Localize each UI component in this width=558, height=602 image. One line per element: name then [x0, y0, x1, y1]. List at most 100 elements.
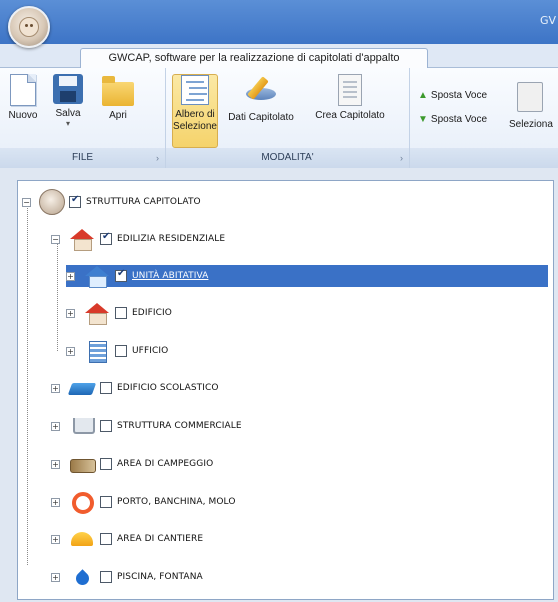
blue-house-icon: [83, 265, 111, 288]
expand-icon[interactable]: +: [66, 308, 75, 318]
node-checkbox[interactable]: [115, 307, 127, 319]
node-checkbox[interactable]: [100, 420, 112, 432]
tree-selection-button[interactable]: Albero di Selezione: [172, 74, 218, 148]
expand-icon[interactable]: +: [51, 459, 60, 469]
tree-node-area-di-campeggio[interactable]: + AREA DI CAMPEGGIO: [51, 453, 213, 475]
node-label: PORTO, BANCHINA, MOLO: [117, 497, 236, 507]
tree-selection-label-1: Albero di: [175, 109, 215, 120]
save-button[interactable]: Salva ▾: [48, 74, 88, 142]
group-modalita-footer: MODALITA' ›: [166, 148, 409, 168]
select-tool-icon[interactable]: [517, 82, 543, 112]
tree-node-struttura-commerciale[interactable]: + STRUTTURA COMMERCIALE: [51, 415, 242, 437]
node-label: AREA DI CAMPEGGIO: [117, 459, 214, 469]
selection-tree-panel: − STRUTTURA CAPITOLATO − EDILIZIA RESIDE…: [17, 180, 554, 600]
node-checkbox[interactable]: [115, 268, 127, 282]
tree-node-piscina-fontana[interactable]: + PISCINA, FONTANA: [51, 566, 203, 588]
expand-icon[interactable]: +: [51, 497, 60, 507]
application-menu-orb[interactable]: [8, 6, 50, 48]
node-label: EDILIZIA RESIDENZIALE: [117, 234, 226, 244]
node-label: UNITÀ ABITATIVA: [132, 271, 209, 281]
camper-icon: [68, 453, 96, 475]
group-modalita-label: MODALITA': [261, 152, 314, 163]
new-button[interactable]: Nuovo: [4, 74, 42, 142]
edit-pencil-icon: [244, 74, 278, 108]
node-label: EDIFICIO SCOLASTICO: [117, 383, 219, 393]
node-label: STRUTTURA CAPITOLATO: [86, 197, 201, 207]
node-label: UFFICIO: [132, 346, 169, 356]
tree-connector-line: [57, 243, 58, 351]
tree-node-edificio-scolastico[interactable]: + EDIFICIO SCOLASTICO: [51, 377, 219, 399]
expand-icon[interactable]: +: [66, 346, 75, 356]
tree-selection-label-2: Selezione: [173, 121, 217, 132]
tree-node-ufficio[interactable]: + UFFICIO: [66, 340, 169, 363]
dati-capitolato-button[interactable]: Dati Capitolato: [222, 74, 300, 142]
expand-icon[interactable]: +: [51, 383, 60, 393]
tab-gwcap[interactable]: GWCAP, software per la realizzazione di …: [80, 48, 428, 69]
shopping-cart-icon: [68, 415, 96, 437]
document-page-icon: [338, 74, 362, 106]
node-label: PISCINA, FONTANA: [117, 572, 203, 582]
water-drop-icon: [68, 566, 96, 588]
tree-node-area-di-cantiere[interactable]: + AREA DI CANTIERE: [51, 528, 203, 550]
red-roof-house-icon: [68, 228, 96, 251]
group-file-label: FILE: [71, 152, 94, 163]
node-label: AREA DI CANTIERE: [117, 534, 204, 544]
group-modalita: Albero di Selezione Dati Capitolato Crea…: [166, 68, 410, 168]
new-button-label: Nuovo: [8, 110, 38, 121]
ribbon: Nuovo Salva ▾ Apri FILE › Albero di Sele…: [0, 68, 558, 168]
title-bar: GV: [0, 0, 558, 44]
school-book-icon: [68, 377, 96, 399]
node-label: EDIFICIO: [132, 308, 172, 318]
dialog-launcher-icon[interactable]: ›: [400, 148, 403, 168]
move-up-label: Sposta Voce: [430, 90, 488, 101]
tree-node-unita-abitativa[interactable]: + UNITÀ ABITATIVA: [66, 265, 548, 288]
dati-capitolato-label: Dati Capitolato: [228, 112, 294, 123]
select-button-label[interactable]: Seleziona: [509, 119, 553, 130]
floppy-disk-icon: [53, 74, 83, 104]
expand-icon[interactable]: +: [66, 271, 75, 281]
tree-connector-line: [27, 205, 28, 565]
expand-icon[interactable]: +: [51, 421, 60, 431]
new-document-icon: [10, 74, 36, 106]
node-checkbox[interactable]: [69, 194, 81, 208]
node-checkbox[interactable]: [100, 571, 112, 583]
arrow-up-icon: ▲: [418, 90, 428, 101]
group-file-footer: FILE ›: [0, 148, 165, 168]
dialog-launcher-icon[interactable]: ›: [156, 148, 159, 168]
node-checkbox[interactable]: [100, 231, 112, 245]
expand-icon[interactable]: +: [51, 534, 60, 544]
window-title: GV: [539, 14, 556, 27]
open-button-label: Apri: [109, 110, 127, 121]
node-checkbox[interactable]: [100, 458, 112, 470]
collapse-icon[interactable]: −: [51, 234, 60, 244]
capitolato-orb-icon: [39, 189, 65, 215]
crea-capitolato-label: Crea Capitolato: [315, 110, 385, 121]
tree-node-edilizia-residenziale[interactable]: − EDILIZIA RESIDENZIALE: [51, 228, 226, 251]
node-label: STRUTTURA COMMERCIALE: [117, 421, 242, 431]
move-up-button[interactable]: ▲ Sposta Voce: [418, 88, 487, 104]
open-button[interactable]: Apri: [98, 74, 138, 142]
collapse-icon[interactable]: −: [22, 197, 31, 207]
crea-capitolato-button[interactable]: Crea Capitolato: [310, 74, 390, 142]
move-down-button[interactable]: ▼ Sposta Voce: [418, 112, 487, 128]
red-house-icon: [83, 302, 111, 325]
lifebuoy-icon: [68, 491, 96, 514]
node-checkbox[interactable]: [100, 533, 112, 545]
node-checkbox[interactable]: [100, 382, 112, 394]
move-down-label: Sposta Voce: [430, 114, 488, 125]
tree-node-struttura-capitolato[interactable]: − STRUTTURA CAPITOLATO: [22, 189, 201, 215]
group-file: Nuovo Salva ▾ Apri FILE ›: [0, 68, 166, 168]
node-checkbox[interactable]: [115, 345, 127, 357]
hard-hat-icon: [68, 528, 96, 550]
tree-panel-icon: [181, 75, 209, 105]
tree-node-porto-banchina-molo[interactable]: + PORTO, BANCHINA, MOLO: [51, 491, 236, 514]
tree-node-edificio[interactable]: + EDIFICIO: [66, 302, 172, 325]
ribbon-tab-row: GWCAP, software per la realizzazione di …: [0, 44, 558, 69]
chevron-down-icon[interactable]: ▾: [48, 120, 88, 128]
node-checkbox[interactable]: [100, 496, 112, 508]
group-sposta-footer: [410, 148, 558, 168]
arrow-down-icon: ▼: [418, 114, 428, 125]
expand-icon[interactable]: +: [51, 572, 60, 582]
folder-icon: [102, 76, 134, 106]
office-building-icon: [83, 340, 111, 363]
